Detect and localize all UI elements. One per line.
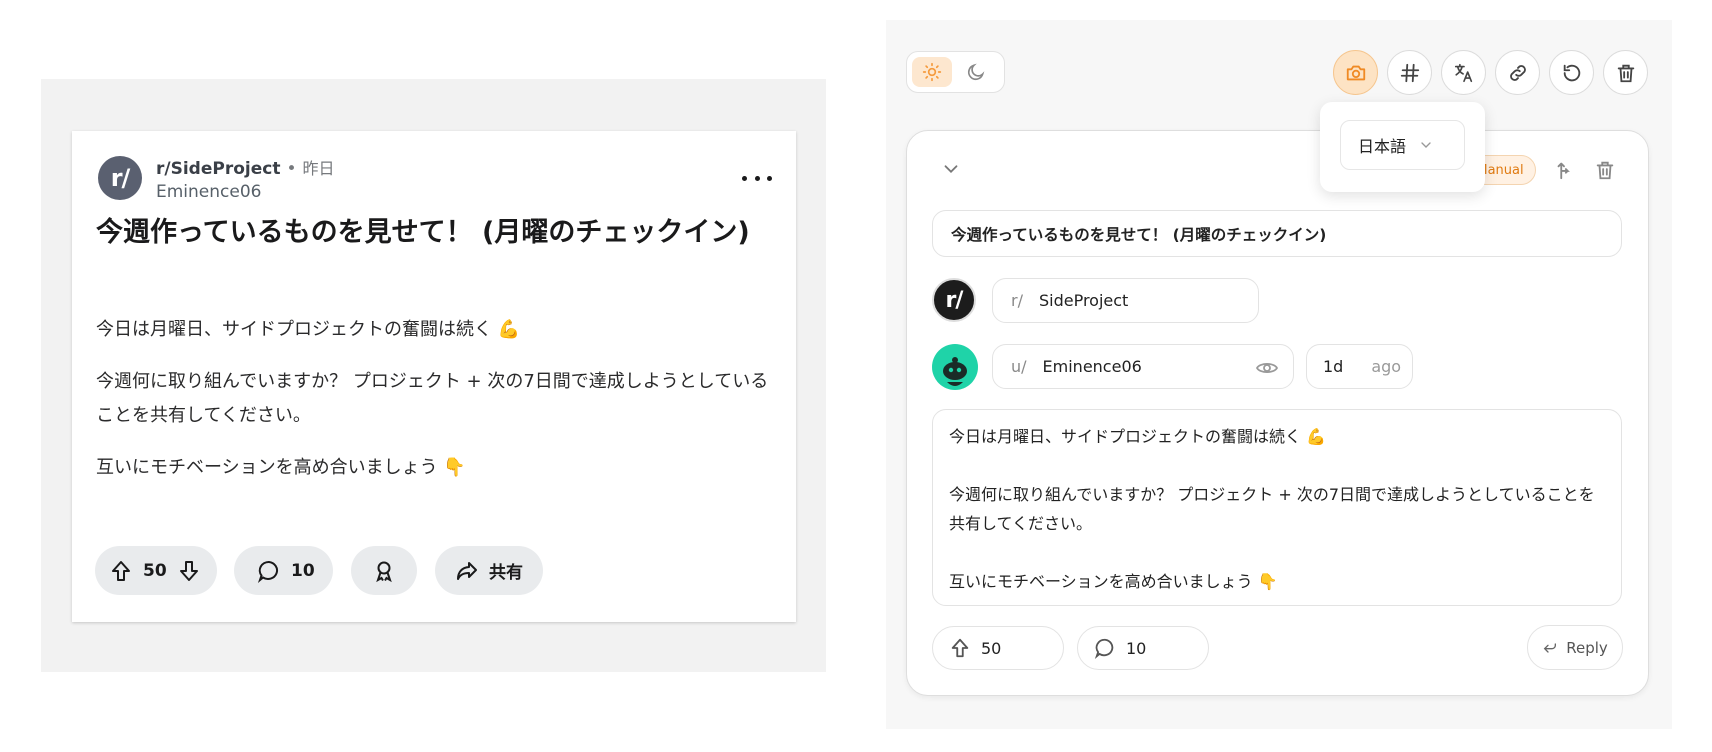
award-button[interactable] — [351, 546, 417, 595]
language-value: 日本語 — [1358, 137, 1407, 156]
hashtag-button[interactable] — [1387, 50, 1432, 95]
body-paragraph: 今日は月曜日、サイドプロジェクトの奮闘は続く 💪 — [949, 427, 1327, 446]
subreddit-avatar[interactable]: r/ — [932, 278, 976, 322]
translate-button[interactable] — [1441, 50, 1486, 95]
light-theme-button[interactable] — [912, 57, 952, 87]
vote-pill: 50 — [95, 546, 217, 595]
subreddit-avatar[interactable]: r/ — [98, 156, 142, 200]
hash-icon — [1400, 63, 1419, 82]
eye-icon[interactable] — [1255, 356, 1279, 380]
reply-label: Reply — [1566, 638, 1608, 657]
user-prefix: u/ — [1011, 357, 1027, 376]
delete-all-button[interactable] — [1603, 50, 1648, 95]
subreddit-field[interactable]: r/ SideProject — [992, 278, 1259, 323]
branch-icon[interactable] — [1553, 159, 1575, 181]
link-icon — [1509, 64, 1526, 81]
comments-field[interactable]: 10 — [1077, 626, 1209, 670]
title-field[interactable]: 今週作っているものを見せて！ (月曜のチェックイン) — [932, 210, 1622, 257]
reset-icon — [1563, 64, 1580, 81]
upvote-icon[interactable] — [109, 559, 133, 583]
username-value: Eminence06 — [1042, 357, 1142, 376]
comments-button[interactable]: 10 — [234, 546, 333, 595]
meta-separator: • — [286, 159, 297, 179]
time-value: 1d — [1323, 357, 1344, 376]
reply-button[interactable]: Reply — [1527, 625, 1623, 670]
award-icon — [376, 561, 392, 582]
comment-icon — [257, 560, 278, 583]
subreddit-value: SideProject — [1038, 291, 1129, 310]
username-field[interactable]: u/ Eminence06 — [992, 344, 1294, 389]
language-select[interactable]: 日本語 — [1340, 120, 1465, 170]
votes-field[interactable]: 50 — [932, 626, 1064, 670]
dark-theme-button[interactable] — [956, 57, 996, 87]
subreddit-link[interactable]: r/SideProject — [156, 159, 280, 179]
screenshot-button[interactable] — [1333, 50, 1378, 95]
reply-icon — [1543, 642, 1557, 653]
share-icon — [457, 561, 477, 580]
copy-link-button[interactable] — [1495, 50, 1540, 95]
body-paragraph: 互いにモチベーションを高め合いましょう 👇 — [949, 572, 1278, 591]
share-label: 共有 — [489, 563, 523, 583]
time-suffix: ago — [1371, 357, 1402, 376]
user-avatar[interactable] — [932, 344, 978, 390]
more-options-button[interactable] — [742, 166, 772, 190]
chevron-down-icon[interactable] — [940, 158, 962, 180]
sun-icon — [922, 62, 942, 82]
translate-icon — [1454, 63, 1472, 82]
vote-count: 50 — [143, 560, 167, 581]
moon-icon — [967, 63, 985, 81]
post-paragraph: 今週何に取り組んでいますか？ プロジェクト + 次の7日間で達成しようとしている… — [96, 371, 769, 426]
body-field[interactable]: 今日は月曜日、サイドプロジェクトの奮闘は続く 💪 今週何に取り組んでいますか？ … — [932, 409, 1622, 606]
post-paragraph: 互いにモチベーションを高め合いましょう 👇 — [96, 457, 466, 478]
post-paragraph: 今日は月曜日、サイドプロジェクトの奮闘は続く 💪 — [96, 319, 521, 340]
trash-icon[interactable] — [1594, 159, 1616, 181]
upvote-icon — [951, 638, 969, 658]
post-time: 昨日 — [302, 159, 335, 178]
chevron-down-icon — [1421, 142, 1431, 148]
subreddit-prefix: r/ — [1011, 291, 1023, 310]
comment-icon — [1094, 638, 1114, 659]
downvote-icon[interactable] — [177, 559, 201, 583]
post-author[interactable]: Eminence06 — [156, 182, 261, 202]
camera-icon — [1346, 65, 1365, 80]
votes-value: 50 — [981, 638, 1002, 658]
comments-value: 10 — [1126, 638, 1147, 658]
time-field[interactable]: 1d ago — [1306, 344, 1413, 389]
reset-button[interactable] — [1549, 50, 1594, 95]
share-button[interactable]: 共有 — [435, 546, 543, 595]
post-title: 今週作っているものを見せて！ (月曜のチェックイン) — [96, 217, 750, 248]
trash-icon — [1617, 64, 1634, 82]
post-body: 今日は月曜日、サイドプロジェクトの奮闘は続く 💪 今週何に取り組んでいますか？ … — [96, 313, 776, 503]
body-paragraph: 今週何に取り組んでいますか？ プロジェクト + 次の7日間で達成しようとしている… — [949, 485, 1595, 533]
comment-count: 10 — [291, 560, 315, 581]
post-meta: r/SideProject • 昨日 — [156, 155, 335, 179]
theme-toggle — [906, 51, 1005, 93]
